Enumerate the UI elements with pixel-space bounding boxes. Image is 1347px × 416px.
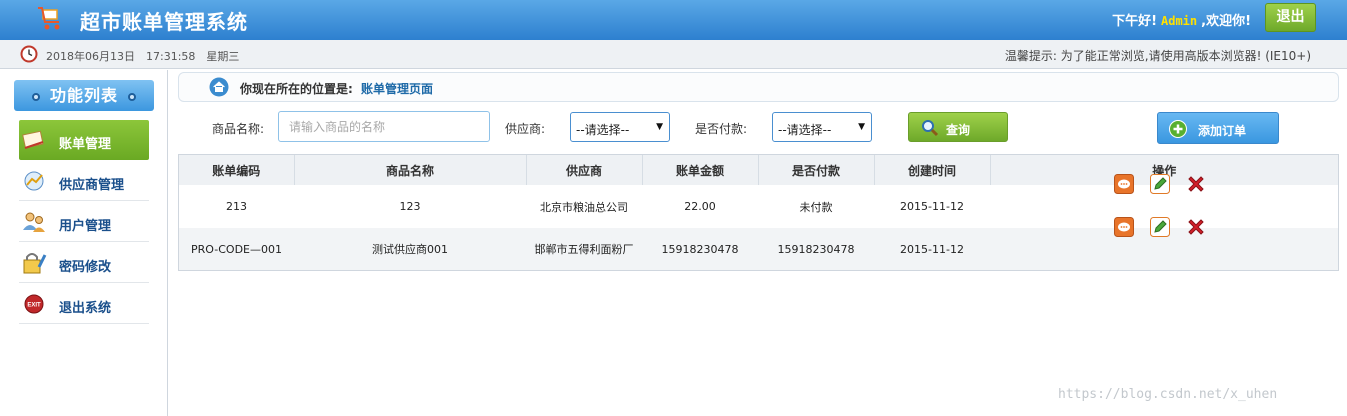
sidebar-item-bills[interactable]: 账单管理 bbox=[19, 120, 149, 160]
greeting-suffix: ,欢迎你! bbox=[1201, 14, 1251, 29]
product-name-label: 商品名称: bbox=[212, 122, 265, 136]
view-icon[interactable] bbox=[1114, 217, 1134, 237]
column-header: 供应商 bbox=[526, 155, 643, 185]
sidebar-item-users[interactable]: 用户管理 bbox=[19, 202, 149, 242]
column-header: 商品名称 bbox=[294, 155, 527, 185]
cart-icon bbox=[38, 7, 60, 30]
clock-icon bbox=[20, 45, 38, 63]
row-actions bbox=[990, 217, 1338, 270]
supplier-select-value: --请选择-- bbox=[576, 123, 630, 137]
product-name-input[interactable] bbox=[278, 111, 490, 142]
greeting-prefix: 下午好! bbox=[1112, 14, 1157, 29]
table-cell: 213 bbox=[179, 185, 294, 228]
breadcrumb: 你现在所在的位置是: 账单管理页面 bbox=[178, 72, 1339, 102]
greeting: 下午好! Admin ,欢迎你! bbox=[1112, 10, 1251, 29]
paid-status-label: 是否付款: bbox=[695, 122, 748, 136]
sidebar: 功能列表 账单管理 供应商管理 用户管理 密码修改 EXIT 退出系统 bbox=[0, 70, 168, 416]
current-time: 17:31:58 bbox=[146, 50, 196, 63]
password-icon bbox=[23, 253, 47, 274]
table-cell: 2015-11-12 bbox=[874, 185, 990, 228]
exit-icon: EXIT bbox=[24, 294, 44, 314]
breadcrumb-prefix: 你现在所在的位置是: bbox=[240, 82, 353, 96]
view-icon[interactable] bbox=[1114, 174, 1134, 194]
browser-notice: 温馨提示: 为了能正常浏览,请使用高版本浏览器! (IE10+) bbox=[1004, 49, 1311, 63]
sidebar-item-label: 账单管理 bbox=[59, 137, 112, 152]
current-date: 2018年06月13日 bbox=[46, 50, 135, 63]
sidebar-item-suppliers[interactable]: 供应商管理 bbox=[19, 161, 149, 201]
filter-bar: 商品名称: 供应商: --请选择-- ▼ 是否付款: --请选择-- ▼ 查询 … bbox=[178, 104, 1339, 154]
table-cell: 邯郸市五得利面粉厂 bbox=[526, 228, 642, 270]
current-weekday: 星期三 bbox=[206, 50, 240, 63]
svg-text:EXIT: EXIT bbox=[27, 303, 41, 309]
sidebar-item-label: 密码修改 bbox=[59, 260, 112, 275]
table-cell: 123 bbox=[294, 185, 526, 228]
time-bar: 2018年06月13日 17:31:58 星期三 温馨提示: 为了能正常浏览,请使用… bbox=[0, 40, 1347, 69]
search-icon bbox=[922, 120, 939, 137]
table-row: PRO-CODE—001 测试供应商001 邯郸市五得利面粉厂 15918230… bbox=[179, 217, 1338, 270]
watermark: https://blog.csdn.net/x_uhen bbox=[1058, 387, 1278, 402]
sidebar-title-label: 功能列表 bbox=[49, 86, 118, 105]
delete-icon[interactable] bbox=[1186, 174, 1206, 194]
add-order-button-label: 添加订单 bbox=[1198, 124, 1247, 138]
query-button[interactable]: 查询 bbox=[908, 112, 1008, 142]
paid-status-select-value: --请选择-- bbox=[778, 123, 832, 137]
table-cell: 22.00 bbox=[642, 185, 758, 228]
sidebar-item-label: 用户管理 bbox=[59, 219, 112, 234]
table-cell: 北京市粮油总公司 bbox=[526, 185, 642, 228]
supplier-icon bbox=[24, 171, 44, 191]
logout-button[interactable]: 退出 bbox=[1265, 3, 1316, 32]
add-order-button[interactable]: 添加订单 bbox=[1157, 112, 1279, 144]
table-cell: 15918230478 bbox=[642, 228, 758, 270]
table-cell: PRO-CODE—001 bbox=[179, 228, 294, 270]
supplier-label: 供应商: bbox=[505, 122, 546, 136]
bill-icon bbox=[22, 130, 44, 149]
table-cell: 15918230478 bbox=[758, 228, 874, 270]
column-header: 账单编码 bbox=[179, 155, 295, 185]
sidebar-item-exit[interactable]: EXIT 退出系统 bbox=[19, 284, 149, 324]
dropdown-arrow-icon: ▼ bbox=[858, 122, 865, 132]
username: Admin bbox=[1161, 14, 1198, 28]
bill-table: 账单编码 商品名称 供应商 账单金额 是否付款 创建时间 操作 213 123 … bbox=[178, 154, 1339, 271]
query-button-label: 查询 bbox=[946, 123, 971, 137]
current-datetime: 2018年06月13日 17:31:58 星期三 bbox=[46, 48, 250, 64]
home-icon[interactable] bbox=[209, 77, 229, 97]
paid-status-select[interactable]: --请选择-- ▼ bbox=[772, 112, 872, 142]
supplier-select[interactable]: --请选择-- ▼ bbox=[570, 112, 670, 142]
sidebar-item-label: 退出系统 bbox=[59, 301, 112, 316]
delete-icon[interactable] bbox=[1186, 217, 1206, 237]
plus-icon bbox=[1169, 120, 1187, 138]
table-cell: 测试供应商001 bbox=[294, 228, 526, 270]
sidebar-item-label: 供应商管理 bbox=[59, 178, 125, 193]
app-title: 超市账单管理系统 bbox=[80, 10, 248, 34]
table-cell: 2015-11-12 bbox=[874, 228, 990, 270]
app-header: 超市账单管理系统 下午好! Admin ,欢迎你! 退出 bbox=[0, 0, 1347, 40]
sidebar-title: 功能列表 bbox=[14, 80, 154, 111]
bullet-icon bbox=[128, 92, 136, 101]
breadcrumb-current[interactable]: 账单管理页面 bbox=[361, 80, 433, 97]
sidebar-item-password[interactable]: 密码修改 bbox=[19, 243, 149, 283]
column-header: 创建时间 bbox=[874, 155, 991, 185]
dropdown-arrow-icon: ▼ bbox=[656, 122, 663, 132]
column-header: 是否付款 bbox=[758, 155, 875, 185]
edit-icon[interactable] bbox=[1150, 217, 1170, 237]
users-icon bbox=[23, 212, 45, 232]
edit-icon[interactable] bbox=[1150, 174, 1170, 194]
column-header: 账单金额 bbox=[642, 155, 759, 185]
bullet-icon bbox=[31, 92, 40, 101]
table-cell: 未付款 bbox=[758, 185, 874, 228]
